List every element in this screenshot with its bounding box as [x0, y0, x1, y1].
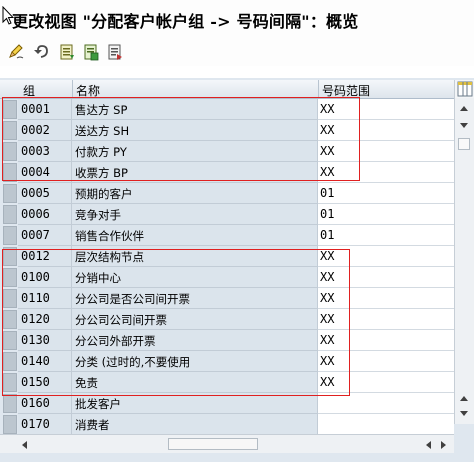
scroll-left-end-icon[interactable] [424, 440, 432, 450]
name-cell: 批发客户 [72, 393, 318, 414]
scroll-right-icon[interactable] [440, 440, 448, 450]
group-name: 消费者 [75, 418, 110, 432]
table-row[interactable]: 0160 批发客户 [0, 393, 454, 414]
group-code: 0170 [21, 417, 50, 431]
group-cell: 0007 [18, 225, 72, 246]
edit-pencil-icon[interactable] [7, 43, 25, 61]
scroll-left-icon[interactable] [20, 440, 28, 450]
page-title: 更改视图 "分配客户帐户组 -> 号码间隔"：概览 [12, 12, 359, 31]
table-row[interactable]: 0007 销售合作伙伴 01 [0, 225, 454, 246]
name-cell: 预期的客户 [72, 183, 318, 204]
name-cell: 消费者 [72, 414, 318, 435]
scroll-up-icon[interactable] [459, 104, 469, 112]
group-name: 竞争对手 [75, 208, 121, 222]
number-range-input[interactable]: 01 [318, 183, 454, 204]
scroll-down-icon[interactable] [459, 122, 469, 130]
save-document-icon[interactable] [58, 43, 76, 61]
table-settings-button[interactable] [454, 80, 474, 98]
group-cell: 0170 [18, 414, 72, 435]
scroll-down-bottom-icon[interactable] [459, 410, 469, 418]
highlight-box-bottom [2, 249, 350, 396]
undo-icon[interactable] [33, 43, 51, 61]
row-selector[interactable] [3, 205, 17, 224]
vertical-scroll-thumb[interactable] [458, 138, 470, 150]
row-selector[interactable] [3, 184, 17, 203]
number-range-value: 01 [320, 228, 335, 242]
group-cell: 0160 [18, 393, 72, 414]
horizontal-scroll-thumb[interactable] [168, 438, 258, 450]
horizontal-scrollbar[interactable] [0, 434, 454, 453]
number-range-input[interactable] [318, 393, 454, 414]
group-name: 批发客户 [75, 397, 121, 411]
copy-document-icon[interactable] [82, 43, 100, 61]
group-cell: 0006 [18, 204, 72, 225]
row-selector[interactable] [3, 226, 17, 245]
name-cell: 销售合作伙伴 [72, 225, 318, 246]
number-range-input[interactable]: 01 [318, 204, 454, 225]
number-range-value: 01 [320, 207, 335, 221]
group-name: 预期的客户 [75, 187, 133, 201]
application-toolbar [0, 38, 474, 66]
table-row[interactable]: 0170 消费者 [0, 414, 454, 435]
table-row[interactable]: 0006 竞争对手 01 [0, 204, 454, 225]
highlight-box-top [2, 97, 360, 181]
table-row[interactable]: 0005 预期的客户 01 [0, 183, 454, 204]
group-code: 0005 [21, 186, 50, 200]
vertical-scrollbar[interactable] [454, 98, 474, 424]
scroll-up-bottom-icon[interactable] [459, 394, 469, 402]
table-settings-icon [457, 81, 473, 97]
number-range-value: 01 [320, 186, 335, 200]
number-range-input[interactable] [318, 414, 454, 435]
row-selector[interactable] [3, 415, 17, 434]
group-code: 0006 [21, 207, 50, 221]
row-selector[interactable] [3, 394, 17, 413]
group-name: 销售合作伙伴 [75, 229, 144, 243]
number-range-input[interactable]: 01 [318, 225, 454, 246]
group-cell: 0005 [18, 183, 72, 204]
group-code: 0007 [21, 228, 50, 242]
title-bar: 更改视图 "分配客户帐户组 -> 号码间隔"：概览 [0, 0, 474, 39]
name-cell: 竞争对手 [72, 204, 318, 225]
details-document-icon[interactable] [106, 43, 124, 61]
group-code: 0160 [21, 396, 50, 410]
